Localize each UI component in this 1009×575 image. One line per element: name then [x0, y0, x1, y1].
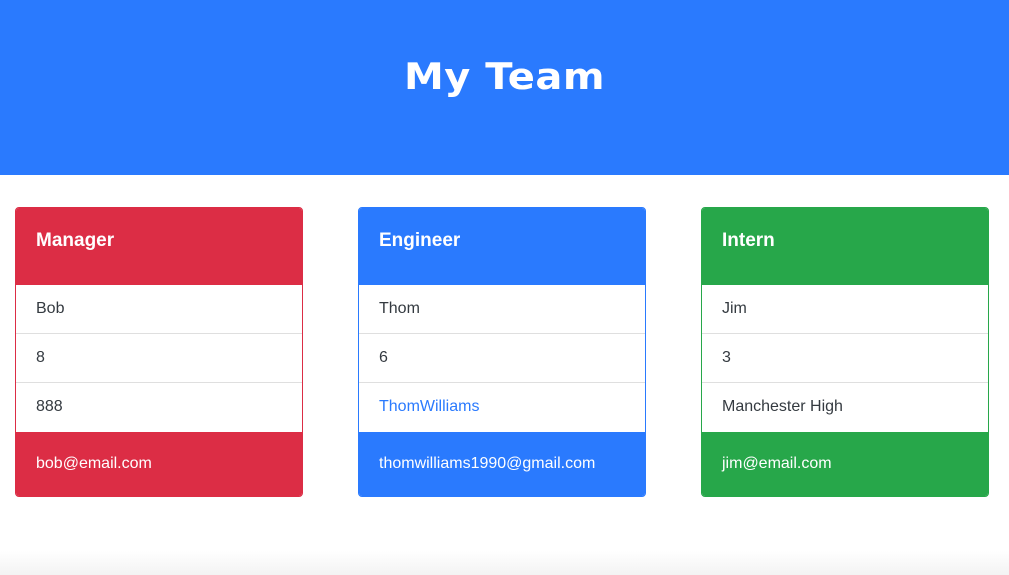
card-details-list: Bob 8 888	[16, 285, 302, 432]
intern-card: Intern Jim 3 Manchester High jim@email.c…	[701, 207, 989, 497]
card-header: Engineer	[359, 208, 645, 285]
page-title: My Team	[403, 55, 606, 99]
employee-id: 6	[359, 334, 645, 383]
card-header: Intern	[702, 208, 988, 285]
employee-id: 3	[702, 334, 988, 383]
bottom-shade	[0, 551, 1009, 575]
office-number: 888	[36, 398, 63, 415]
card-details-list: Jim 3 Manchester High	[702, 285, 988, 432]
page-header: My Team	[0, 0, 1009, 175]
employee-email[interactable]: bob@email.com	[16, 432, 302, 496]
card-details-list: Thom 6 ThomWilliams	[359, 285, 645, 432]
employee-email[interactable]: jim@email.com	[702, 432, 988, 496]
employee-name: Jim	[702, 285, 988, 334]
card-header: Manager	[16, 208, 302, 285]
manager-card: Manager Bob 8 888 bob@email.com	[15, 207, 303, 497]
employee-email[interactable]: thomwilliams1990@gmail.com	[359, 432, 645, 496]
employee-name: Thom	[359, 285, 645, 334]
employee-id: 8	[16, 334, 302, 383]
employee-name: Bob	[16, 285, 302, 334]
school-name: Manchester High	[722, 398, 843, 415]
engineer-card: Engineer Thom 6 ThomWilliams thomwilliam…	[358, 207, 646, 497]
github-link-item: ThomWilliams	[359, 383, 645, 432]
github-link[interactable]: ThomWilliams	[379, 398, 479, 415]
